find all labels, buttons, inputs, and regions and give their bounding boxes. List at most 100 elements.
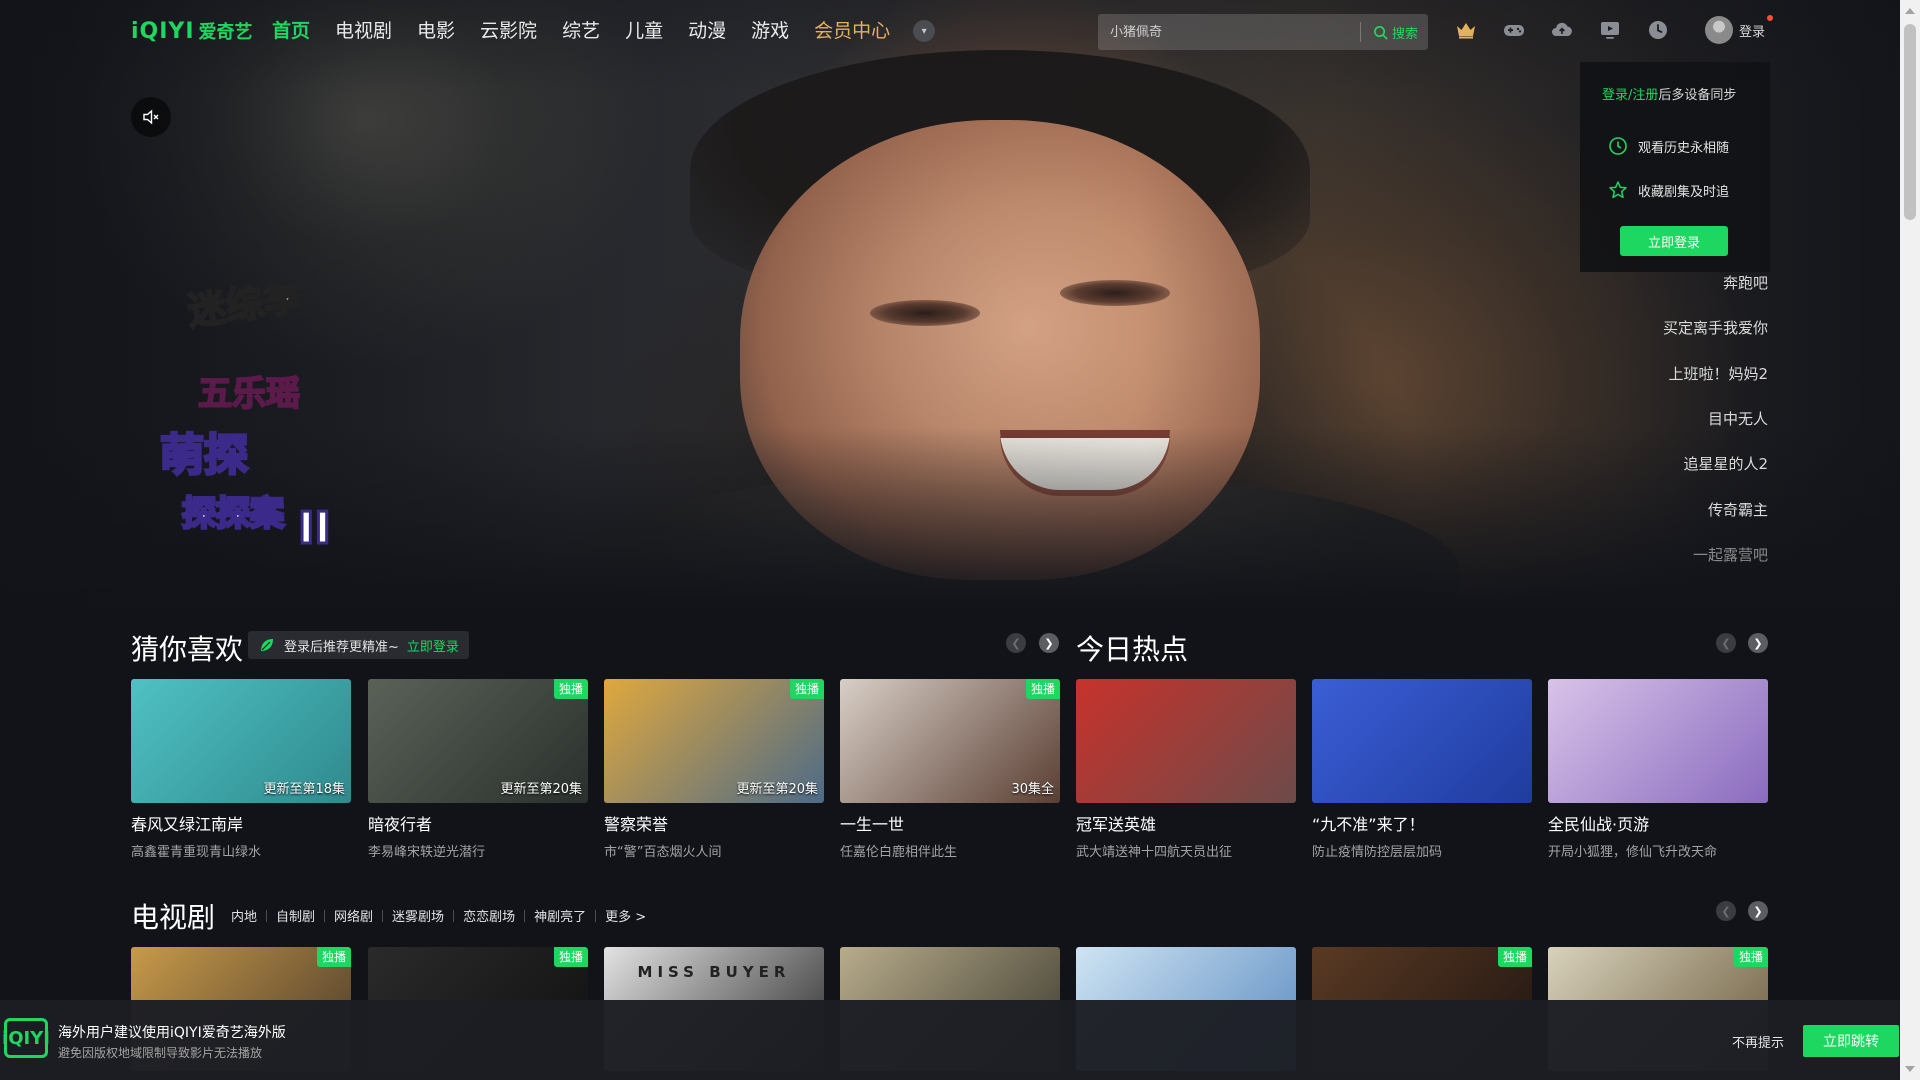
hero-list-item[interactable]: 目中无人 <box>1708 408 1768 429</box>
video-subtitle: 市“警”百态烟火人间 <box>604 845 722 860</box>
hero-list-item[interactable]: 奔跑吧 <box>1723 272 1768 293</box>
nav-link-4[interactable]: 综艺 <box>562 18 600 44</box>
video-thumbnail[interactable] <box>1548 679 1768 803</box>
cloud-upload-icon[interactable] <box>1550 18 1574 42</box>
video-title[interactable]: “九不准”来了！ <box>1312 811 1532 835</box>
search-input[interactable] <box>1098 14 1360 50</box>
video-title[interactable]: 冠军送英雄 <box>1076 811 1296 835</box>
episode-status: 更新至第18集 <box>263 782 345 797</box>
logo-text-cn: 爱奇艺 <box>198 22 253 43</box>
video-thumbnail[interactable]: 独播 更新至第20集 <box>368 679 588 803</box>
tv-play-icon[interactable] <box>1598 18 1622 42</box>
chevron-left-icon: ❮ <box>1011 636 1021 650</box>
popup-register-link[interactable]: 登录/注册 <box>1602 88 1658 103</box>
tv-tab-2[interactable]: 网络剧 <box>325 906 382 925</box>
chevron-right-icon: ❯ <box>1753 636 1763 650</box>
episode-status: 30集全 <box>1011 782 1054 797</box>
exclusive-badge: 独播 <box>1733 947 1768 967</box>
section-title-hot: 今日热点 <box>1076 633 1189 666</box>
popup-login-button[interactable]: 立即登录 <box>1620 226 1728 256</box>
video-card[interactable]: “九不准”来了！ 防止疫情防控层层加码 <box>1312 679 1532 860</box>
video-thumbnail[interactable] <box>1076 679 1296 803</box>
clock-history-icon[interactable] <box>1646 18 1670 42</box>
exclusive-badge: 独播 <box>316 947 351 967</box>
logo-text-en: iQIYI <box>131 18 195 44</box>
nav-link-5[interactable]: 儿童 <box>625 18 663 44</box>
vip-crown-icon[interactable] <box>1454 18 1478 42</box>
tv-tab-5[interactable]: 神剧亮了 <box>525 906 595 925</box>
video-title[interactable]: 一生一世 <box>840 811 1060 835</box>
video-subtitle: 开局小狐狸，修仙飞升改天命 <box>1548 845 1718 860</box>
nav-link-6[interactable]: 动漫 <box>688 18 726 44</box>
hero-list-item[interactable]: 买定离手我爱你 <box>1663 317 1768 338</box>
tv-tab-4[interactable]: 恋恋剧场 <box>454 906 524 925</box>
tv-tab-6[interactable]: 更多 > <box>596 906 655 925</box>
section-title-recommend: 猜你喜欢 <box>131 633 244 666</box>
nav-link-2[interactable]: 电影 <box>417 18 455 44</box>
video-card[interactable]: 全民仙战·页游开局小狐狸，修仙飞升改天命 <box>1548 679 1768 860</box>
nav-link-3[interactable]: 云影院 <box>480 18 537 44</box>
login-promo-popup: 登录/注册后多设备同步 观看历史永相随 收藏剧集及时追 立即登录 <box>1580 62 1770 272</box>
video-thumbnail[interactable]: 独播 30集全 <box>840 679 1060 803</box>
nav-link-1[interactable]: 电视剧 <box>335 18 392 44</box>
mute-button[interactable] <box>131 97 171 137</box>
banner-dismiss-link[interactable]: 不再提示 <box>1732 1032 1784 1051</box>
video-thumbnail[interactable]: 更新至第18集 <box>131 679 351 803</box>
nav-link-0[interactable]: 首页 <box>272 18 310 44</box>
popup-sync-text: 登录/注册后多设备同步 <box>1602 84 1736 103</box>
video-subtitle: 高鑫霍青重现青山绿水 <box>131 845 262 860</box>
hero-list-item[interactable]: 一起露营吧 <box>1693 544 1768 565</box>
scroll-down-arrow-icon[interactable] <box>1905 1066 1915 1072</box>
poster-title: MISS BUYER <box>637 963 791 981</box>
video-card[interactable]: 独播 30集全 一生一世 任嘉伦白鹿相伴此生 <box>840 679 1060 860</box>
star-icon <box>1609 181 1627 199</box>
video-card[interactable]: 独播 更新至第20集警察荣誉市“警”百态烟火人间 <box>604 679 824 860</box>
tv-tab-0[interactable]: 内地 <box>222 906 266 925</box>
login-tip-link[interactable]: 立即登录 <box>407 636 459 655</box>
tv-tab-3[interactable]: 迷雾剧场 <box>383 906 453 925</box>
video-thumbnail[interactable] <box>1312 679 1532 803</box>
show-title-logo[interactable]: 迷综季 五乐瑶 萌探 探探案 II <box>130 273 350 565</box>
nav-link-7[interactable]: 游戏 <box>751 18 789 44</box>
search-button[interactable]: 搜索 <box>1361 23 1428 42</box>
recommend-next-button[interactable]: ❯ <box>1039 633 1059 653</box>
video-card[interactable]: 更新至第18集春风又绿江南岸高鑫霍青重现青山绿水 <box>131 679 351 860</box>
search-button-label: 搜索 <box>1391 26 1418 42</box>
tv-prev-button[interactable]: ❮ <box>1716 901 1736 921</box>
scrollbar-thumb[interactable] <box>1904 24 1916 220</box>
video-title[interactable]: 警察荣誉 <box>604 811 824 835</box>
hot-prev-button[interactable]: ❮ <box>1716 633 1736 653</box>
login-button[interactable]: 登录 <box>1705 16 1765 44</box>
video-card[interactable]: 冠军送英雄 武大靖送神十四航天员出征 <box>1076 679 1296 860</box>
banner-subtitle: 避免因版权地域限制导致影片无法播放 <box>58 1046 263 1060</box>
avatar <box>1705 16 1733 44</box>
search-box[interactable]: 搜索 <box>1098 14 1428 50</box>
episode-status: 更新至第20集 <box>736 782 818 797</box>
banner-jump-button[interactable]: 立即跳转 <box>1803 1025 1899 1057</box>
banner-title: 海外用户建议使用iQIYI爱奇艺海外版 <box>58 1025 286 1041</box>
episode-status: 更新至第20集 <box>500 782 582 797</box>
tv-next-button[interactable]: ❯ <box>1748 901 1768 921</box>
scroll-up-arrow-icon[interactable] <box>1905 8 1915 14</box>
video-thumbnail[interactable]: 独播 更新至第20集 <box>604 679 824 803</box>
video-title[interactable]: 暗夜行者 <box>368 811 588 835</box>
page-scrollbar[interactable] <box>1900 0 1920 1080</box>
video-title[interactable]: 春风又绿江南岸 <box>131 811 351 835</box>
overseas-banner: iQIYI 海外用户建议使用iQIYI爱奇艺海外版 避免因版权地域限制导致影片无… <box>0 1000 1900 1080</box>
video-title[interactable]: 全民仙战·页游 <box>1548 811 1768 835</box>
chevron-down-icon[interactable]: ▾ <box>913 20 936 42</box>
hero-list-item[interactable]: 追星星的人2 <box>1683 453 1768 474</box>
recommend-prev-button[interactable]: ❮ <box>1006 633 1026 653</box>
chevron-right-icon: ❯ <box>1753 904 1763 918</box>
page: iQIYI 爱奇艺 首页电视剧电影云影院综艺儿童动漫游戏会员中心▾ 搜索 <box>0 0 1920 1080</box>
hero-list-item[interactable]: 上班啦！妈妈2 <box>1668 363 1768 384</box>
video-card[interactable]: 独播 更新至第20集 暗夜行者 李易峰宋轶逆光潜行 <box>368 679 588 860</box>
hot-next-button[interactable]: ❯ <box>1748 633 1768 653</box>
tv-tab-1[interactable]: 自制剧 <box>267 906 324 925</box>
hero-list-item[interactable]: 传奇霸主 <box>1708 499 1768 520</box>
gamepad-icon[interactable] <box>1502 18 1526 42</box>
nav-link-8[interactable]: 会员中心 <box>814 18 890 44</box>
section-title-tv: 电视剧 <box>131 901 216 934</box>
popup-row-favorite-label: 收藏剧集及时追 <box>1638 184 1730 200</box>
iqiyi-logo[interactable]: iQIYI 爱奇艺 <box>131 18 253 44</box>
